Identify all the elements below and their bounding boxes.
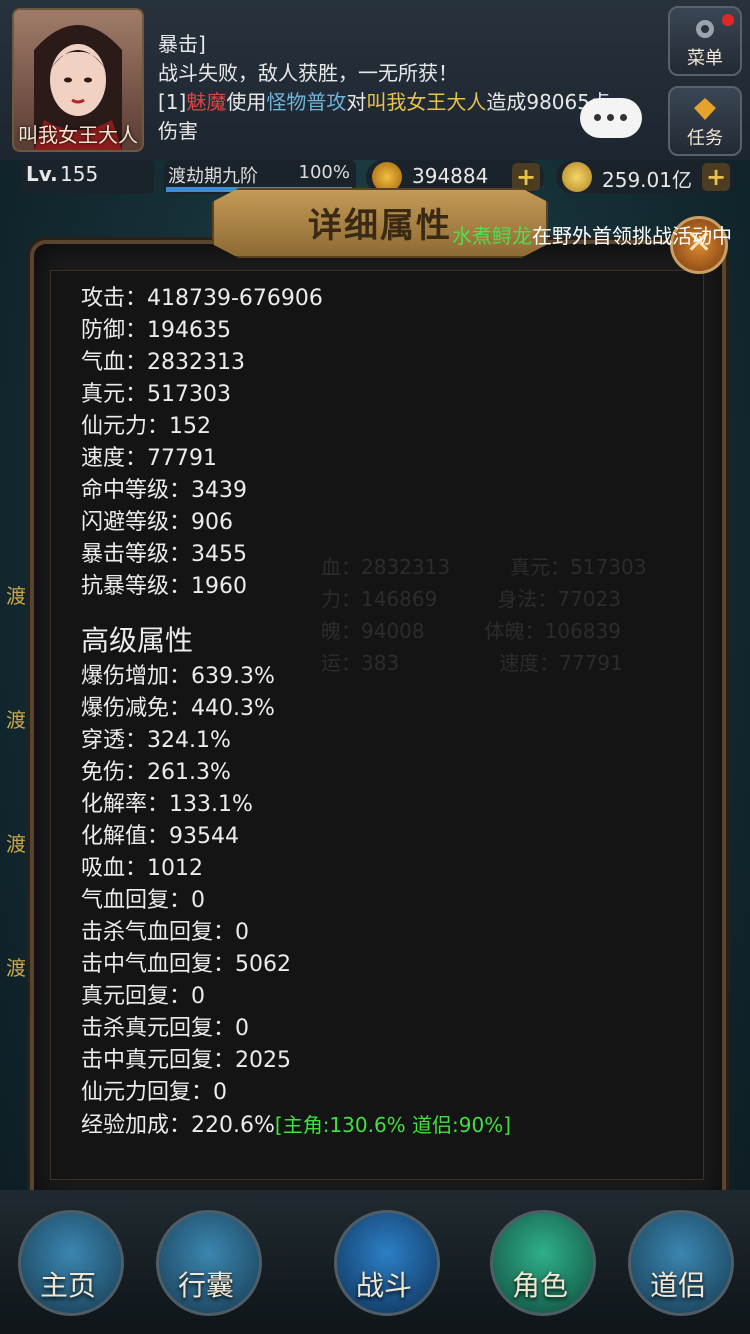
gear-icon xyxy=(696,20,714,38)
attr-row: 抗暴等级：1960 xyxy=(81,574,247,599)
advanced-section-title: 高级属性 xyxy=(81,624,194,657)
player-name: 叫我女王大人 xyxy=(18,123,138,147)
adv-attr-row: 爆伤减免：440.3% xyxy=(81,696,275,721)
level-value: 155 xyxy=(60,162,99,186)
chat-text: 对 xyxy=(346,90,367,114)
add-gold-button[interactable]: + xyxy=(702,163,730,191)
adv-attr-row: 真元回复：0 xyxy=(81,984,205,1009)
adv-attr-row: 击中真元回复：2025 xyxy=(81,1048,291,1073)
adv-attr-row: 气血回复：0 xyxy=(81,888,205,913)
adv-attr-row: 击杀气血回复：0 xyxy=(81,920,249,945)
quest-button[interactable]: 任务 xyxy=(668,86,742,156)
exp-bonus-label: 经验加成：220.6% xyxy=(81,1113,275,1138)
attr-row: 真元：517303 xyxy=(81,382,231,407)
adv-attr-row: 免伤：261.3% xyxy=(81,760,231,785)
chat-bubble-button[interactable] xyxy=(580,98,642,138)
nav-character[interactable]: 角色 xyxy=(480,1210,600,1324)
bottom-nav: 主页 行囊 战斗 角色 道侣 xyxy=(0,1190,750,1334)
adv-attr-row: 击杀真元回复：0 xyxy=(81,1016,249,1041)
attribute-panel: 血：2832313 真元：517303 力：146869 身法：77023 魄：… xyxy=(30,240,726,1206)
chat-line: 伤害 xyxy=(158,119,198,143)
adv-attr-row: 仙元力回复：0 xyxy=(81,1080,227,1105)
chat-text: 使用 xyxy=(226,90,267,114)
target-name[interactable]: 叫我女王大人 xyxy=(366,90,486,114)
side-peek-label: 渡 xyxy=(6,832,26,856)
diamond-icon xyxy=(694,98,716,120)
nav-battle[interactable]: 战斗 xyxy=(324,1210,444,1324)
side-peek-label: 渡 xyxy=(6,708,26,732)
nav-label: 角色 xyxy=(511,1269,568,1302)
top-bar: 叫我女王大人 暴击] 战斗失败，敌人获胜，一无所获！ [1]魅魔使用怪物普攻对叫… xyxy=(0,0,750,160)
dot-icon xyxy=(607,114,614,121)
player-avatar[interactable]: 叫我女王大人 xyxy=(12,8,144,152)
attr-row: 暴击等级：3455 xyxy=(81,542,247,567)
chat-line: 战斗失败，敌人获胜，一无所获！ xyxy=(158,61,458,85)
attr-row: 闪避等级：906 xyxy=(81,510,233,535)
adv-attr-row: 穿透：324.1% xyxy=(81,728,231,753)
attribute-list: 攻击：418739-676906 防御：194635 气血：2832313 真元… xyxy=(81,283,681,1141)
nav-partner[interactable]: 道侣 xyxy=(618,1210,738,1324)
chat-line-battle: [1]魅魔使用怪物普攻对叫我女王大人造成98065点 xyxy=(158,88,638,117)
chat-text: 造成98065 xyxy=(486,90,590,114)
level-display: Lv. 155 xyxy=(22,160,154,194)
nav-label: 道侣 xyxy=(649,1269,706,1302)
gem-icon xyxy=(372,162,402,192)
nav-label: 行囊 xyxy=(177,1269,234,1302)
chat-prefix: [1] xyxy=(158,90,187,114)
adv-attr-row: 化解率：133.1% xyxy=(81,792,253,817)
adv-attr-row: 化解值：93544 xyxy=(81,824,239,849)
broadcast-marquee: 水煮鲟龙在野外首领挑战活动中 xyxy=(452,220,750,249)
realm-progress-text: 100% xyxy=(298,162,350,183)
notification-dot xyxy=(722,14,734,26)
nav-bag[interactable]: 行囊 xyxy=(146,1210,266,1324)
chat-log: 暴击] 战斗失败，敌人获胜，一无所获！ [1]魅魔使用怪物普攻对叫我女王大人造成… xyxy=(158,30,638,146)
monster-name[interactable]: 魅魔 xyxy=(186,90,226,114)
attr-row: 防御：194635 xyxy=(81,318,231,343)
adv-attr-row: 吸血：1012 xyxy=(81,856,203,881)
broadcast-text: 在野外首领挑战活动中 xyxy=(532,224,732,248)
side-peek-label: 渡 xyxy=(6,584,26,608)
chat-line: 暴击] xyxy=(158,32,206,56)
dot-icon xyxy=(594,114,601,121)
broadcast-player[interactable]: 水煮鲟龙 xyxy=(452,224,532,248)
gem-value: 394884 xyxy=(412,164,489,188)
side-peek-label: 渡 xyxy=(6,956,26,980)
menu-label: 菜单 xyxy=(687,48,723,69)
coin-icon xyxy=(562,162,592,192)
nav-label: 主页 xyxy=(39,1269,96,1302)
dot-icon xyxy=(620,114,627,121)
attr-row: 命中等级：3439 xyxy=(81,478,247,503)
attr-row: 气血：2832313 xyxy=(81,350,245,375)
nav-label: 战斗 xyxy=(355,1269,412,1302)
nav-home[interactable]: 主页 xyxy=(8,1210,128,1324)
realm-name: 渡劫期九阶 xyxy=(168,166,258,187)
add-gem-button[interactable]: + xyxy=(512,163,540,191)
adv-attr-row: 爆伤增加：639.3% xyxy=(81,664,275,689)
gold-value: 259.01亿 xyxy=(602,168,692,192)
gold-currency: 259.01亿 + xyxy=(556,160,734,194)
level-label: Lv. xyxy=(26,162,58,186)
exp-bonus-row: 经验加成：220.6%[主角:130.6% 道侣:90%] xyxy=(81,1109,681,1141)
attr-row: 仙元力：152 xyxy=(81,414,211,439)
menu-button[interactable]: 菜单 xyxy=(668,6,742,76)
adv-attr-row: 击中气血回复：5062 xyxy=(81,952,291,977)
skill-name: 怪物普攻 xyxy=(266,90,347,114)
quest-label: 任务 xyxy=(687,128,723,149)
exp-bonus-detail: [主角:130.6% 道侣:90%] xyxy=(274,1113,512,1137)
attr-row: 攻击：418739-676906 xyxy=(81,286,323,311)
attr-row: 速度：77791 xyxy=(81,446,217,471)
attribute-scroll-area[interactable]: 血：2832313 真元：517303 力：146869 身法：77023 魄：… xyxy=(50,270,704,1180)
